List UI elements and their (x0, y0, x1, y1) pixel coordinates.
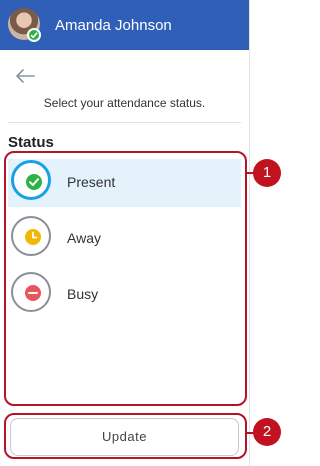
annotation-marker-1: 1 (253, 159, 281, 187)
instruction-text: Select your attendance status. (43, 96, 206, 110)
arrow-left-icon[interactable] (14, 66, 36, 86)
divider (8, 122, 241, 123)
annotation-marker-2: 2 (253, 418, 281, 446)
app-header: Amanda Johnson (0, 0, 249, 50)
user-name: Amanda Johnson (55, 17, 172, 34)
annotation-box-1 (4, 151, 247, 406)
online-status-badge (27, 28, 41, 42)
annotation-box-2 (4, 413, 247, 459)
status-heading: Status (8, 134, 54, 151)
